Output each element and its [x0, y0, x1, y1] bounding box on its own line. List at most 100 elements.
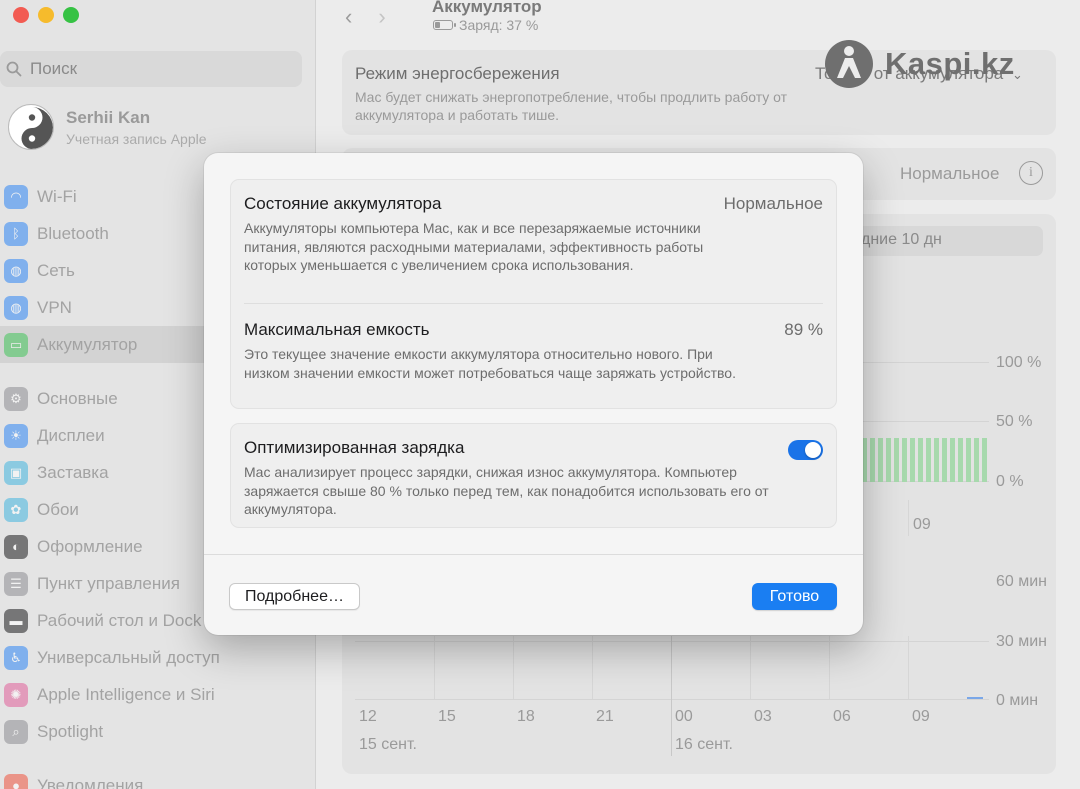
done-button[interactable]: Готово: [752, 583, 837, 610]
search-placeholder: Поиск: [30, 59, 78, 78]
battery-level-bar: [894, 438, 899, 482]
optimized-charging-description: Mac анализирует процесс зарядки, снижая …: [244, 464, 769, 517]
watermark-text: Kaspi.kz: [885, 46, 1015, 81]
battery-level-bar: [950, 438, 955, 482]
sidebar-item-label: Обои: [37, 499, 79, 519]
sidebar-item-siri[interactable]: ✺ Apple Intelligence и Siri: [0, 676, 316, 713]
battery-health-value: Нормальное: [900, 164, 1000, 183]
day-divider: [671, 636, 672, 756]
control-center-icon: ☰: [4, 571, 28, 596]
globe-icon: ◍: [4, 258, 28, 283]
footer-divider: [204, 554, 863, 555]
navigation-arrows: ‹ ›: [345, 4, 386, 30]
accessibility-icon: ♿: [4, 645, 28, 670]
battery-level-bar: [918, 438, 923, 482]
v-grid: [908, 500, 909, 536]
sidebar-item-label: VPN: [37, 297, 72, 317]
divider: [244, 303, 823, 304]
battery-level-bar: [886, 438, 891, 482]
sidebar-item-label: Аккумулятор: [37, 334, 138, 354]
optimized-charging-row: Оптимизированная зарядка Mac анализирует…: [244, 438, 823, 519]
battery-level-bar: [974, 438, 979, 482]
apple-account[interactable]: Serhii Kan Учетная запись Apple: [8, 104, 207, 150]
v-grid: [829, 636, 830, 699]
energy-saving-description: Mac будет снижать энергопотребление, что…: [355, 89, 788, 123]
close-window-button[interactable]: [13, 7, 29, 23]
page-title: Аккумулятор: [432, 0, 542, 16]
x-label: 00: [675, 708, 693, 725]
screensaver-icon: ▣: [4, 460, 28, 485]
battery-level-bar: [958, 438, 963, 482]
appearance-icon: ◐: [4, 534, 28, 559]
v-grid: [513, 636, 514, 699]
more-info-button[interactable]: Подробнее…: [229, 583, 360, 610]
sidebar-item-label: Bluetooth: [37, 223, 109, 243]
kaspi-watermark: Kaspi.kz: [823, 38, 1015, 90]
charge-status: Заряд: 37 %: [433, 17, 538, 33]
battery-health-dialog: Состояние аккумулятора Нормальное Аккуму…: [204, 153, 863, 635]
wifi-icon: ◠: [4, 184, 28, 209]
x-label-upper: 09: [913, 516, 931, 533]
battery-level-bar: [966, 438, 971, 482]
y-label-0-min: 0 мин: [996, 692, 1039, 709]
battery-level-bar: [870, 438, 875, 482]
notifications-icon: ●: [4, 773, 28, 789]
optimized-charging-title: Оптимизированная зарядка: [244, 438, 465, 457]
optimized-charging-group: Оптимизированная зарядка Mac анализирует…: [230, 423, 837, 528]
x-label: 18: [517, 708, 535, 725]
avatar: [8, 104, 54, 150]
screen-usage-bar: [967, 697, 983, 699]
charge-status-text: Заряд: 37 %: [459, 17, 539, 33]
max-capacity-row: Максимальная емкость 89 % Это текущее зн…: [244, 320, 823, 382]
info-icon[interactable]: i: [1019, 161, 1043, 185]
minimize-window-button[interactable]: [38, 7, 54, 23]
sidebar-item-label: Основные: [37, 388, 118, 408]
max-capacity-description: Это текущее значение емкости аккумулятор…: [244, 346, 736, 381]
period-segment-10-days[interactable]: дние 10 дн: [857, 226, 1043, 256]
siri-icon: ✺: [4, 682, 28, 707]
grid-line: [355, 699, 989, 700]
sidebar-item-accessibility[interactable]: ♿ Универсальный доступ: [0, 639, 316, 676]
flower-icon: ✿: [4, 497, 28, 522]
forward-arrow-icon[interactable]: ›: [378, 4, 385, 30]
x-label: 09: [912, 708, 930, 725]
sidebar-item-label: Уведомления: [37, 775, 144, 789]
sidebar-item-label: Spotlight: [37, 721, 104, 741]
sidebar-item-label: Сеть: [37, 260, 75, 280]
optimized-charging-toggle[interactable]: [788, 440, 823, 460]
battery-condition-row: Состояние аккумулятора Нормальное Аккуму…: [244, 194, 823, 275]
sidebar-item-spotlight[interactable]: ⌕ Spotlight: [0, 713, 316, 750]
toggle-knob: [805, 442, 821, 458]
battery-level-bars: [862, 438, 990, 482]
y-label-60: 60 мин: [996, 573, 1048, 590]
battery-level-bar: [942, 438, 947, 482]
y-label-30: 30 мин: [996, 633, 1048, 650]
max-capacity-title: Максимальная емкость: [244, 320, 430, 339]
sidebar-item-label: Заставка: [37, 462, 109, 482]
sidebar-item-label: Apple Intelligence и Siri: [37, 684, 215, 704]
search-input[interactable]: Поиск: [0, 51, 302, 87]
x-label: 03: [754, 708, 772, 725]
bluetooth-icon: ᛒ: [4, 221, 28, 246]
dock-icon: ▬: [4, 608, 28, 633]
sidebar-item-label: Wi-Fi: [37, 186, 77, 206]
battery-level-bar: [878, 438, 883, 482]
gear-icon: ⚙: [4, 386, 28, 411]
v-grid: [592, 636, 593, 699]
battery-level-icon: [433, 20, 456, 30]
energy-saving-title: Режим энергосбережения: [355, 64, 560, 83]
v-grid: [908, 636, 909, 699]
y-label-50: 50 %: [996, 413, 1033, 430]
sidebar-item-notifications[interactable]: ● Уведомления: [0, 767, 316, 789]
v-grid: [750, 636, 751, 699]
sun-icon: ☀: [4, 423, 28, 448]
battery-icon: ▭: [4, 332, 28, 357]
zoom-window-button[interactable]: [63, 7, 79, 23]
battery-level-bar: [934, 438, 939, 482]
grid-line: [355, 641, 989, 642]
back-arrow-icon[interactable]: ‹: [345, 4, 352, 30]
search-icon: [6, 61, 22, 77]
battery-level-bar: [910, 438, 915, 482]
date-label: 16 сент.: [675, 736, 733, 753]
sidebar-item-label: Рабочий стол и Dock: [37, 610, 202, 630]
